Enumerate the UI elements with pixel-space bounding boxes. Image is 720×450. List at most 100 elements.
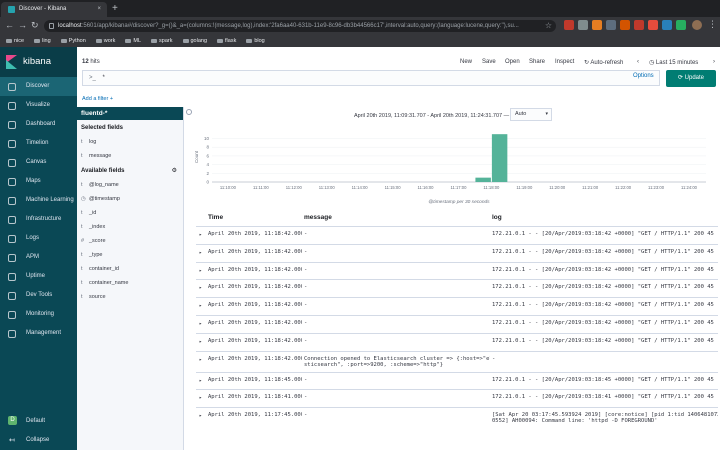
space-selector[interactable]: D Default (0, 412, 77, 431)
extension-icon[interactable] (564, 20, 574, 30)
menu-inspect[interactable]: Inspect (555, 59, 574, 65)
nav-item-machine-learning[interactable]: Machine Learning (0, 191, 77, 210)
menu-save[interactable]: Save (482, 59, 496, 65)
kibana-brand[interactable]: kibana (0, 47, 77, 77)
forward-arrow-icon[interactable]: → (18, 20, 27, 31)
column-header-time[interactable]: Time (208, 210, 223, 226)
bookmark-folder[interactable]: work (95, 35, 115, 47)
time-next-icon[interactable]: › (713, 59, 715, 65)
table-row[interactable]: ▸ April 20th 2019, 11:18:42.000- 172.21.0.… (196, 332, 718, 351)
expand-row-icon[interactable]: ▸ (199, 303, 202, 309)
nav-item-dev-tools[interactable]: Dev Tools (0, 286, 77, 305)
table-row[interactable]: ▸ April 20th 2019, 11:18:42.000- 172.21.0.… (196, 314, 718, 333)
collapse-sidebar-icon[interactable] (186, 109, 192, 115)
table-row[interactable]: ▸ April 20th 2019, 11:18:42.000- 172.21.0.… (196, 243, 718, 262)
update-button[interactable]: ⟳ Update (666, 70, 716, 87)
bookmark-star-icon[interactable]: ☆ (545, 20, 552, 32)
field-item[interactable]: t log (77, 135, 183, 149)
extension-icon[interactable] (620, 20, 630, 30)
nav-item-maps[interactable]: Maps (0, 172, 77, 191)
nav-item-apm[interactable]: APM (0, 248, 77, 267)
nav-item-monitoring[interactable]: Monitoring (0, 305, 77, 324)
field-item[interactable]: t _index (77, 220, 183, 234)
extension-icon[interactable] (592, 20, 602, 30)
bookmark-folder[interactable]: Python (60, 35, 86, 47)
field-item[interactable]: t container_name (77, 276, 183, 290)
field-item[interactable]: t _id (77, 206, 183, 220)
menu-share[interactable]: Share (529, 59, 545, 65)
collapse-button[interactable]: ↤ Collapse (0, 431, 77, 450)
expand-row-icon[interactable]: ▸ (199, 268, 202, 274)
index-pattern-selector[interactable]: fluentd-* (77, 107, 183, 120)
time-prev-icon[interactable]: ‹ (637, 59, 639, 65)
field-item[interactable]: t @log_name (77, 178, 183, 192)
interval-select[interactable]: Auto ▾ (510, 108, 552, 121)
bookmark-folder[interactable]: nice (6, 35, 24, 47)
expand-row-icon[interactable]: ▸ (199, 250, 202, 256)
field-item[interactable]: ◷ @timestamp (77, 192, 183, 206)
nav-item-timelion[interactable]: Timelion (0, 134, 77, 153)
expand-row-icon[interactable]: ▸ (199, 413, 202, 419)
nav-item-management[interactable]: Management (0, 324, 77, 343)
auto-refresh-button[interactable]: ↻ Auto-refresh (584, 59, 623, 66)
query-input[interactable]: >_ * (82, 70, 660, 86)
table-row[interactable]: ▸ April 20th 2019, 11:17:45.000- [Sat Apr … (196, 407, 718, 428)
expand-row-icon[interactable]: ▸ (199, 339, 202, 345)
histogram-chart[interactable]: 0 2 4 6 8 10 11:10:00 11:11:00 11:12:00 11:13:00 1… (190, 126, 714, 208)
extension-icon[interactable] (578, 20, 588, 30)
expand-row-icon[interactable]: ▸ (199, 395, 202, 401)
field-item[interactable]: t message (77, 149, 183, 163)
bookmark-folder[interactable]: ML (125, 35, 141, 47)
bookmark-folder[interactable]: ling (34, 35, 51, 47)
nav-item-dashboard[interactable]: Dashboard (0, 115, 77, 134)
expand-row-icon[interactable]: ▸ (199, 378, 202, 384)
nav-item-visualize[interactable]: Visualize (0, 96, 77, 115)
field-item[interactable]: t _type (77, 248, 183, 262)
bookmark-folder[interactable]: golang (182, 35, 207, 47)
column-header-message[interactable]: message (304, 210, 332, 226)
browser-menu-icon[interactable]: ⋮ (708, 19, 717, 30)
field-item[interactable]: t container_id (77, 262, 183, 276)
time-picker[interactable]: ◷ Last 15 minutes (649, 59, 698, 66)
back-arrow-icon[interactable]: ← (5, 20, 14, 31)
menu-open[interactable]: Open (505, 59, 520, 65)
nav-item-uptime[interactable]: Uptime (0, 267, 77, 286)
extension-icon[interactable] (676, 20, 686, 30)
new-tab-button[interactable]: + (112, 2, 118, 15)
expand-row-icon[interactable]: ▸ (199, 285, 202, 291)
address-bar[interactable]: localhost:5601/app/kibana#/discover?_g=(… (44, 20, 556, 32)
nav-item-logs[interactable]: Logs (0, 229, 77, 248)
nav-item-discover[interactable]: Discover (0, 77, 77, 96)
table-row[interactable]: ▸ April 20th 2019, 11:18:45.000- 172.21.0.… (196, 371, 718, 390)
table-row[interactable]: ▸ April 20th 2019, 11:18:42.000 Connection… (196, 350, 718, 372)
table-row[interactable]: ▸ April 20th 2019, 11:18:41.000- 172.21.0.… (196, 389, 718, 407)
tab-close-icon[interactable]: × (97, 2, 101, 17)
column-header-log[interactable]: log (492, 210, 502, 226)
nav-item-canvas[interactable]: Canvas (0, 153, 77, 172)
extension-icon[interactable] (662, 20, 672, 30)
extension-icon[interactable] (606, 20, 616, 30)
field-item[interactable]: # _score (77, 234, 183, 248)
query-options-button[interactable]: Options (633, 73, 654, 79)
bookmark-folder[interactable]: flask (217, 35, 236, 47)
bookmark-folder[interactable]: blog (246, 35, 265, 47)
profile-avatar[interactable] (692, 20, 702, 30)
clock-icon: ◷ (649, 60, 655, 66)
expand-row-icon[interactable]: ▸ (199, 321, 202, 327)
table-row[interactable]: ▸ April 20th 2019, 11:18:42.000- 172.21.0.… (196, 261, 718, 280)
table-row[interactable]: ▸ April 20th 2019, 11:18:42.000- 172.21.0.… (196, 226, 718, 244)
browser-tab[interactable]: Discover - Kibana × (1, 2, 107, 17)
expand-row-icon[interactable]: ▸ (199, 232, 202, 238)
nav-item-infrastructure[interactable]: Infrastructure (0, 210, 77, 229)
table-row[interactable]: ▸ April 20th 2019, 11:18:42.000- 172.21.0.… (196, 279, 718, 297)
field-item[interactable]: t source (77, 290, 183, 304)
reload-icon[interactable]: ↻ (31, 20, 39, 31)
extension-icon[interactable] (634, 20, 644, 30)
expand-row-icon[interactable]: ▸ (199, 357, 202, 363)
bookmark-folder[interactable]: spark (151, 35, 173, 47)
add-filter-button[interactable]: Add a filter + (82, 96, 113, 102)
menu-new[interactable]: New (460, 59, 472, 65)
settings-gear-icon[interactable]: ⚙ (172, 167, 177, 175)
table-row[interactable]: ▸ April 20th 2019, 11:18:42.000- 172.21.0.… (196, 297, 718, 315)
extension-icon[interactable] (648, 20, 658, 30)
